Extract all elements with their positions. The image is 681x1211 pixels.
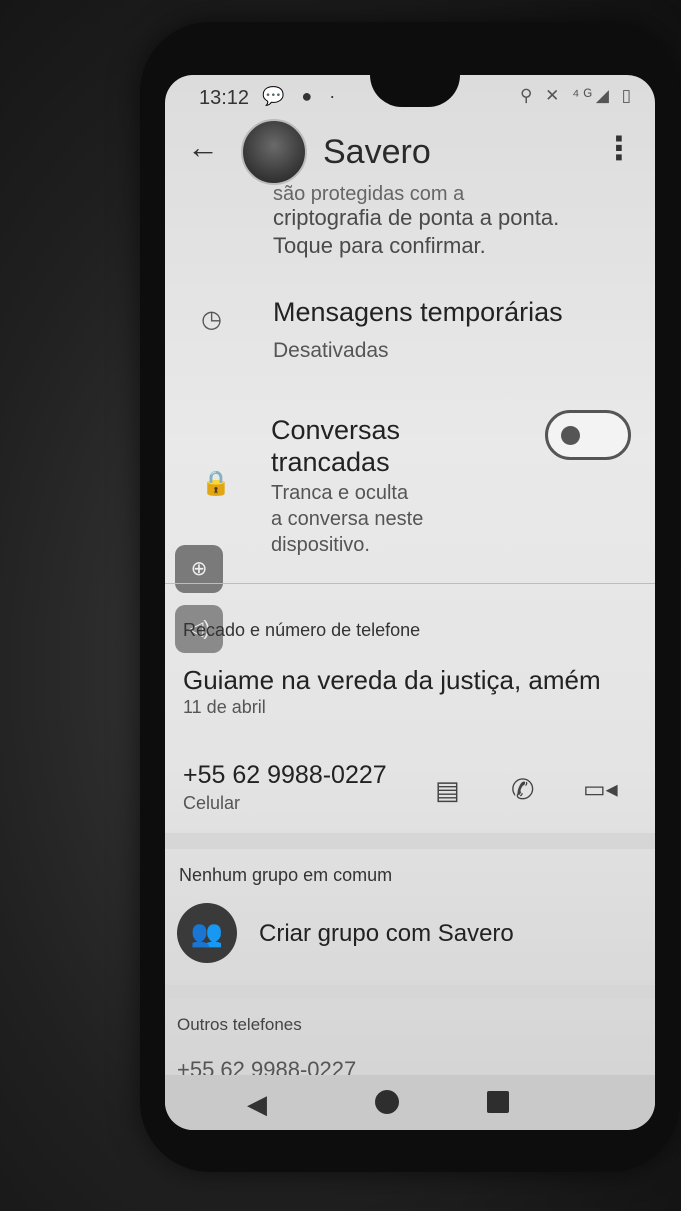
about-section-label: Recado e número de telefone — [183, 620, 421, 640]
section-divider — [165, 583, 655, 584]
video-call-icon[interactable]: ▭◂ — [583, 775, 618, 804]
message-icon[interactable]: ▤ — [435, 775, 460, 806]
signal-battery-icons: ⚲ ✕ ⁴ᴳ◢ ▯ — [519, 86, 635, 105]
nav-home-icon[interactable] — [375, 1090, 399, 1114]
notification-icons: 💬 ● · — [262, 86, 342, 106]
temporary-messages-status: Desativadas — [273, 339, 389, 362]
locked-chats-title-1: Conversas — [271, 415, 401, 445]
contact-name[interactable]: Savero — [323, 133, 431, 172]
phone-screen: 13:12 💬 ● · ⚲ ✕ ⁴ᴳ◢ ▯ ← Savero ⋮ são pro… — [165, 75, 655, 1130]
toggle-knob — [561, 426, 580, 445]
locked-chats-desc-2: a conversa neste — [271, 508, 424, 530]
about-status-text[interactable]: Guiame na vereda da justiça, amém — [183, 665, 601, 696]
overflow-menu-icon[interactable]: ⋮ — [603, 129, 635, 167]
nav-recents-icon[interactable] — [487, 1091, 509, 1113]
phone-number: +55 62 9988-0227 — [183, 761, 387, 789]
status-time: 13:12 — [199, 87, 250, 109]
locked-chats-title-2: trancadas — [271, 447, 390, 477]
locked-chats-desc-3: dispositivo. — [271, 534, 370, 556]
group-add-icon: 👥 — [177, 903, 237, 963]
locked-chats-toggle[interactable] — [545, 410, 631, 460]
back-arrow-icon[interactable]: ← — [187, 131, 219, 163]
nav-back-icon[interactable]: ◀ — [247, 1089, 267, 1120]
locked-chats-desc-1: Tranca e oculta — [271, 482, 409, 504]
lock-icon: 🔒 — [201, 470, 231, 497]
timer-icon: ◷ — [201, 306, 222, 333]
encryption-line-1: criptografia de ponta a ponta. — [273, 205, 560, 230]
about-status-date: 11 de abril — [183, 697, 266, 717]
phone-number-type: Celular — [183, 793, 241, 813]
contact-avatar[interactable] — [241, 119, 307, 185]
encryption-clipped-line: são protegidas com a — [273, 183, 465, 205]
zoom-icon[interactable]: ⊕ — [175, 545, 223, 593]
section-gap — [165, 985, 655, 999]
phone-call-icon[interactable]: ✆ — [511, 773, 534, 806]
navigation-bar: ◀ — [165, 1075, 655, 1130]
create-group-label: Criar grupo com Savero — [259, 920, 514, 947]
groups-section-label: Nenhum grupo em comum — [179, 865, 393, 885]
temporary-messages-title: Mensagens temporárias — [273, 297, 563, 327]
section-gap — [165, 833, 655, 849]
contact-header: ← Savero ⋮ — [165, 119, 655, 187]
other-phones-label: Outros telefones — [177, 1015, 302, 1034]
encryption-line-2: Toque para confirmar. — [273, 233, 486, 258]
